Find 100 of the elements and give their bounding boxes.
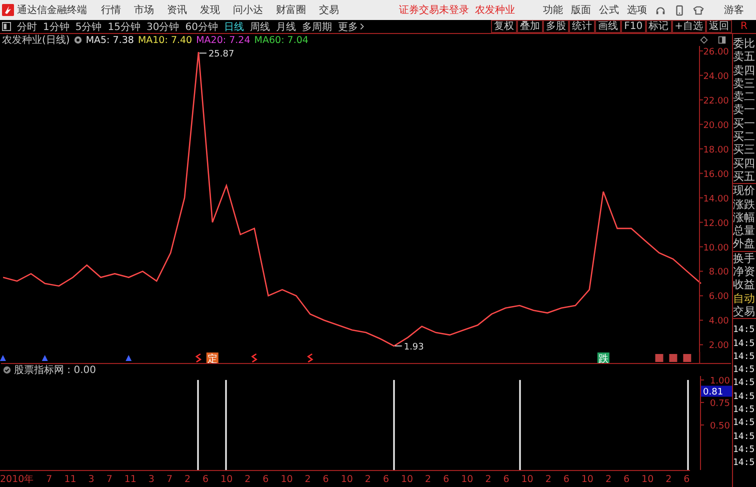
quote-field-label[interactable]: 自动 xyxy=(733,292,756,305)
quote-field-label: 涨幅 xyxy=(733,210,756,224)
period-tab[interactable]: 5分钟 xyxy=(75,20,102,34)
date-axis-label: 10 xyxy=(461,474,474,485)
price-axis-label: 22.00 xyxy=(703,96,729,106)
chart-tool-button[interactable]: 标记 xyxy=(646,20,672,33)
price-axis-label: 12.00 xyxy=(703,218,729,229)
tick-time: 14:5 xyxy=(733,390,756,404)
chevron-icon xyxy=(360,23,364,30)
triangle-icon xyxy=(42,355,48,362)
tick-time: 14:5 xyxy=(733,338,756,351)
moving-average-value: MA10: 7.40 xyxy=(138,34,192,46)
quote-field-label: 买四 xyxy=(733,156,756,170)
high-price-label: 25.87 xyxy=(208,50,234,60)
chart-tool-button[interactable]: 返回 xyxy=(706,20,732,33)
price-axis-label: 26.00 xyxy=(703,47,729,58)
period-tab[interactable]: 月线 xyxy=(276,20,296,34)
tick-time: 14:5 xyxy=(733,324,756,338)
tool-menu-item[interactable]: 公式 xyxy=(599,3,619,17)
login-notice[interactable]: 证券交易未登录 xyxy=(399,3,469,17)
date-axis-label: 11 xyxy=(124,474,136,485)
window-icon[interactable] xyxy=(718,36,726,44)
phone-icon[interactable] xyxy=(674,4,685,16)
date-axis-label: 2010年 xyxy=(0,472,34,486)
menu-item[interactable]: 问小达 xyxy=(233,3,263,17)
date-axis-label: 10 xyxy=(642,474,654,485)
sell-signal-icon xyxy=(251,354,258,363)
date-axis-label: 6 xyxy=(202,474,209,485)
chart-tool-button[interactable]: 复权 xyxy=(491,20,518,33)
indicator-title: 股票指标网 : 0.00 xyxy=(14,364,96,378)
value-readout: 0.81 xyxy=(701,386,732,398)
period-tab[interactable]: 60分钟 xyxy=(185,20,218,34)
menu-item[interactable]: 行情 xyxy=(101,3,121,17)
panel-toggle-icon[interactable] xyxy=(2,22,11,31)
period-tab[interactable]: 日线 xyxy=(224,20,244,34)
date-axis-label: 10 xyxy=(400,474,414,485)
period-tab[interactable]: 30分钟 xyxy=(146,20,180,34)
chart-tool-button[interactable]: +自选 xyxy=(672,20,706,33)
quote-field-label: 净资 xyxy=(733,265,756,278)
date-axis-label: 11 xyxy=(64,474,76,485)
price-axis-label: 4.00 xyxy=(708,316,729,327)
date-axis-label: 10 xyxy=(220,474,233,485)
date-axis-label: 6 xyxy=(262,474,269,485)
tick-time: 14:5 xyxy=(733,364,756,378)
check-icon[interactable] xyxy=(3,366,11,374)
price-axis-label: 14.00 xyxy=(703,194,729,204)
app-logo-icon xyxy=(2,4,14,16)
quote-field-label: 现价 xyxy=(733,184,756,198)
menu-item[interactable]: 资讯 xyxy=(167,3,187,17)
period-tab[interactable]: 更多 xyxy=(338,20,364,34)
chart-tool-button[interactable]: F10 xyxy=(621,20,646,33)
signal-tag: 跌 xyxy=(597,352,610,364)
moving-average-value: MA60: 7.04 xyxy=(254,34,308,46)
price-axis-label: 2.00 xyxy=(708,341,729,352)
date-axis-label: 2 xyxy=(545,474,552,485)
quote-field-label: 卖四 xyxy=(733,64,756,77)
period-tab[interactable]: 多周期 xyxy=(302,20,332,34)
chart-tool-button[interactable]: 画线 xyxy=(595,20,622,33)
date-axis-label: 7 xyxy=(166,474,172,485)
chart-tool-button[interactable]: 统计 xyxy=(569,20,596,33)
date-axis-label: 10 xyxy=(340,474,353,485)
date-axis-label: 6 xyxy=(684,474,690,485)
low-price-label: 1.93 xyxy=(404,342,424,352)
indicator-axis-label: 0.75 xyxy=(710,399,730,410)
indicator-axis-label: 0.50 xyxy=(710,422,730,432)
date-axis-label: 10 xyxy=(521,474,534,485)
quote-field-label: 外盘 xyxy=(733,237,756,252)
quote-field-label: 涨跌 xyxy=(733,198,756,211)
tool-menu-item[interactable]: 功能 xyxy=(543,3,563,17)
menu-item[interactable]: 交易 xyxy=(319,3,339,17)
menu-item[interactable]: 财富圈 xyxy=(276,3,306,17)
period-tab[interactable]: 15分钟 xyxy=(108,20,140,34)
user-name[interactable]: 游客 xyxy=(724,3,744,17)
date-axis-label: 2 xyxy=(364,474,371,485)
date-axis-label: 7 xyxy=(106,474,112,485)
settings-icon[interactable] xyxy=(74,36,82,44)
period-tab[interactable]: 分时 xyxy=(17,20,37,34)
date-axis-label: 10 xyxy=(280,474,293,485)
shirt-icon[interactable] xyxy=(693,4,704,16)
quote-field-label: 委比 xyxy=(733,37,756,50)
chart-tool-button[interactable]: 叠加 xyxy=(517,20,544,33)
chart-tool-button[interactable]: 多股 xyxy=(543,20,570,33)
indicator-axis-label: 1.00 xyxy=(710,376,730,386)
price-axis-label: 16.00 xyxy=(703,170,729,180)
tick-time: 14:5 xyxy=(733,430,756,444)
menu-item[interactable]: 市场 xyxy=(134,3,154,17)
moving-average-value: MA5: 7.38 xyxy=(86,34,134,46)
period-tab[interactable]: 1分钟 xyxy=(43,20,70,34)
tool-menu-item[interactable]: 版面 xyxy=(571,3,591,17)
date-axis-label: 2 xyxy=(666,474,672,485)
quote-field-label: 卖五 xyxy=(733,50,756,64)
date-axis-label: 6 xyxy=(624,474,630,485)
triangle-icon xyxy=(0,355,6,362)
menu-item[interactable]: 发现 xyxy=(200,3,220,17)
period-tab[interactable]: 周线 xyxy=(250,20,270,34)
date-axis-label: 6 xyxy=(503,474,510,485)
diamond-icon[interactable] xyxy=(700,36,708,44)
tool-menu-item[interactable]: 选项 xyxy=(627,3,647,17)
price-axis-label: 8.00 xyxy=(708,268,729,278)
headset-icon[interactable] xyxy=(655,4,666,16)
